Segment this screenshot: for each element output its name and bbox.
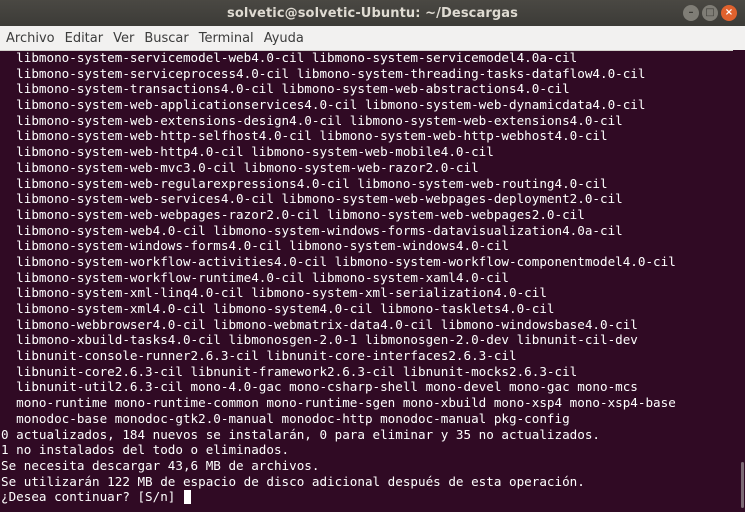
terminal-line: libmono-system-serviceprocess4.0-cil lib… bbox=[1, 66, 733, 82]
terminal-line: libmono-system-web-http4.0-cil libmono-s… bbox=[1, 144, 733, 160]
scrollbar[interactable] bbox=[733, 50, 745, 512]
terminal-window: solvetic@solvetic-Ubuntu: ~/Descargas – … bbox=[0, 0, 745, 512]
menu-bar: Archivo Editar Ver Buscar Terminal Ayuda bbox=[0, 26, 745, 51]
terminal-line: libnunit-console-runner2.6.3-cil libnuni… bbox=[1, 348, 733, 364]
menu-ayuda[interactable]: Ayuda bbox=[260, 31, 308, 46]
minimize-button[interactable]: – bbox=[683, 5, 699, 21]
terminal-line-text: libnunit-util2.6.3-cil mono-4.0-gac mono… bbox=[1, 379, 638, 395]
terminal-line-text: libmono-system-web-http-selfhost4.0-cil … bbox=[1, 128, 608, 144]
window-controls: – □ × bbox=[683, 5, 737, 21]
terminal-line-text: libmono-system-web-extensions-design4.0-… bbox=[1, 112, 623, 128]
terminal-output[interactable]: libmono-system-servicemodel-web4.0-cil l… bbox=[0, 50, 733, 512]
menu-buscar[interactable]: Buscar bbox=[140, 31, 192, 46]
terminal-line: libmono-system-xml4.0-cil libmono-system… bbox=[1, 301, 733, 317]
prompt-line: ¿Desea continuar? [S/n] bbox=[1, 489, 733, 505]
terminal-line: libmono-system-web-mvc3.0-cil libmono-sy… bbox=[1, 160, 733, 176]
terminal-line-text: 1 no instalados del todo o eliminados. bbox=[1, 442, 290, 458]
terminal-line-text: libmono-system-web-http4.0-cil libmono-s… bbox=[1, 144, 494, 160]
terminal-line: libmono-system-servicemodel-web4.0-cil l… bbox=[1, 50, 733, 66]
terminal-line-text: libmono-system-xml-linq4.0-cil libmono-s… bbox=[1, 285, 547, 301]
menu-archivo[interactable]: Archivo bbox=[2, 31, 59, 46]
terminal-line: libmono-system-workflow-activities4.0-ci… bbox=[1, 254, 733, 270]
close-button[interactable]: × bbox=[721, 5, 737, 21]
terminal-line: monodoc-base monodoc-gtk2.0-manual monod… bbox=[1, 411, 733, 427]
terminal-line-text: libmono-system-serviceprocess4.0-cil lib… bbox=[1, 65, 646, 81]
terminal-line-text: libmono-system-xml4.0-cil libmono-system… bbox=[1, 301, 555, 316]
terminal-line-text: libmono-system-servicemodel-web4.0-cil l… bbox=[1, 50, 578, 65]
terminal-line: libmono-system-web-webpages-razor2.0-cil… bbox=[1, 207, 733, 223]
terminal-line-text: libmono-system-web-mvc3.0-cil libmono-sy… bbox=[1, 159, 479, 175]
terminal-line: libmono-system-workflow-runtime4.0-cil l… bbox=[1, 270, 733, 286]
title-bar[interactable]: solvetic@solvetic-Ubuntu: ~/Descargas – … bbox=[0, 0, 745, 26]
window-title: solvetic@solvetic-Ubuntu: ~/Descargas bbox=[227, 5, 518, 21]
terminal-line: libmono-system-web-applicationservices4.… bbox=[1, 97, 733, 113]
terminal-line-text: libnunit-console-runner2.6.3-cil libnuni… bbox=[1, 348, 517, 364]
terminal-line-text: libmono-system-web-webpages-razor2.0-cil… bbox=[1, 206, 585, 222]
terminal-line: libmono-xbuild-tasks4.0-cil libmonosgen-… bbox=[1, 332, 733, 348]
terminal-line: libmono-system-xml-linq4.0-cil libmono-s… bbox=[1, 285, 733, 301]
terminal-line: libmono-system-web-http-selfhost4.0-cil … bbox=[1, 128, 733, 144]
menu-ver[interactable]: Ver bbox=[109, 31, 138, 46]
terminal-line-text: libmono-system-workflow-activities4.0-ci… bbox=[1, 253, 676, 269]
terminal-line: libmono-system-web-services4.0-cil libmo… bbox=[1, 191, 733, 207]
terminal-line: libmono-system-windows-forms4.0-cil libm… bbox=[1, 238, 733, 254]
terminal-line-text: libmono-system-workflow-runtime4.0-cil l… bbox=[1, 269, 509, 285]
terminal-line-text: Se utilizarán 122 MB de espacio de disco… bbox=[1, 473, 585, 489]
terminal-line: libmono-system-web-regularexpressions4.0… bbox=[1, 176, 733, 192]
terminal-line-text: libmono-system-windows-forms4.0-cil libm… bbox=[1, 238, 509, 254]
text-cursor bbox=[183, 490, 191, 505]
terminal-line-text: monodoc-base monodoc-gtk2.0-manual monod… bbox=[1, 410, 570, 426]
terminal-line-text: libmono-system-web-regularexpressions4.0… bbox=[1, 175, 608, 191]
terminal-line: Se necesita descargar 43,6 MB de archivo… bbox=[1, 458, 733, 474]
terminal-line-text: libmono-system-web4.0-cil libmono-system… bbox=[1, 222, 623, 238]
terminal-line: libmono-system-transactions4.0-cil libmo… bbox=[1, 81, 733, 97]
terminal-line-text: libmono-xbuild-tasks4.0-cil libmonosgen-… bbox=[1, 332, 638, 348]
terminal-line-text: libmono-system-transactions4.0-cil libmo… bbox=[1, 81, 570, 97]
terminal-line: 1 no instalados del todo o eliminados. bbox=[1, 442, 733, 458]
terminal-line: 0 actualizados, 184 nuevos se instalarán… bbox=[1, 427, 733, 443]
terminal-line-text: libmono-system-web-services4.0-cil libmo… bbox=[1, 191, 623, 207]
terminal-line: libnunit-core2.6.3-cil libnunit-framewor… bbox=[1, 364, 733, 380]
terminal-line-text: libmono-system-web-applicationservices4.… bbox=[1, 97, 646, 113]
terminal-line-text: libnunit-core2.6.3-cil libnunit-framewor… bbox=[1, 363, 578, 379]
terminal-line-text: mono-runtime mono-runtime-common mono-ru… bbox=[1, 395, 676, 411]
terminal-line-text: libmono-webbrowser4.0-cil libmono-webmat… bbox=[1, 316, 638, 332]
scrollbar-thumb[interactable] bbox=[741, 462, 744, 508]
terminal-line: libmono-system-web-extensions-design4.0-… bbox=[1, 113, 733, 129]
terminal-line: libmono-system-web4.0-cil libmono-system… bbox=[1, 223, 733, 239]
menu-editar[interactable]: Editar bbox=[61, 31, 108, 46]
terminal-line: libnunit-util2.6.3-cil mono-4.0-gac mono… bbox=[1, 379, 733, 395]
terminal-line: mono-runtime mono-runtime-common mono-ru… bbox=[1, 395, 733, 411]
terminal-line: Se utilizarán 122 MB de espacio de disco… bbox=[1, 474, 733, 490]
terminal-line: libmono-webbrowser4.0-cil libmono-webmat… bbox=[1, 317, 733, 333]
maximize-button[interactable]: □ bbox=[702, 5, 718, 21]
terminal-line-text: ¿Desea continuar? [S/n] bbox=[1, 489, 183, 505]
menu-terminal[interactable]: Terminal bbox=[195, 31, 258, 46]
terminal-line-text: Se necesita descargar 43,6 MB de archivo… bbox=[1, 457, 320, 473]
terminal-line-text: 0 actualizados, 184 nuevos se instalarán… bbox=[1, 426, 600, 442]
